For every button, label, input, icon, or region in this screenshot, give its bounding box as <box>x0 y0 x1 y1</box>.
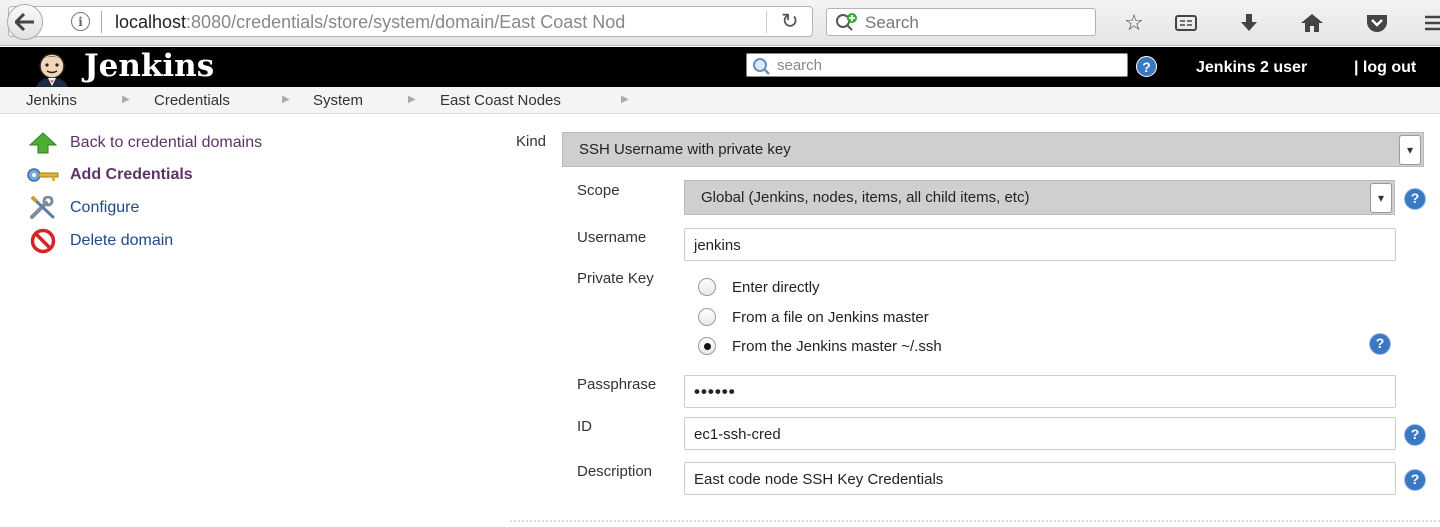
dropdown-arrow-icon[interactable]: ▾ <box>1370 183 1392 213</box>
breadcrumb-arrow-icon[interactable]: ▶ <box>122 94 130 105</box>
breadcrumb-credentials[interactable]: Credentials <box>154 92 230 109</box>
passphrase-input[interactable]: •••••• <box>684 375 1396 408</box>
breadcrumb-jenkins[interactable]: Jenkins <box>26 92 77 109</box>
reload-icon[interactable]: ↻ <box>781 9 799 34</box>
search-icon <box>753 58 770 75</box>
pocket-icon[interactable] <box>1362 9 1392 37</box>
dropdown-arrow-icon[interactable]: ▾ <box>1399 135 1421 165</box>
private-key-label: Private Key <box>577 270 654 287</box>
url-text[interactable]: localhost:8080/credentials/store/system/… <box>115 12 725 33</box>
passphrase-label: Passphrase <box>577 376 657 393</box>
sidebar-item-label: Back to credential domains <box>70 134 263 151</box>
search-engine-icon <box>836 13 857 31</box>
scope-select[interactable]: Global (Jenkins, nodes, items, all child… <box>684 180 1395 215</box>
id-help-icon[interactable]: ? <box>1404 424 1426 446</box>
kind-select[interactable]: SSH Username with private key ▾ <box>562 132 1424 167</box>
home-icon[interactable] <box>1297 9 1327 37</box>
sidebar-item-back[interactable]: Back to credential domains <box>26 130 262 156</box>
key-icon <box>26 163 60 187</box>
radio-label: Enter directly <box>732 278 820 296</box>
private-key-option-enter-directly[interactable]: Enter directly <box>698 276 820 298</box>
radio-button-selected[interactable] <box>698 337 716 355</box>
form-divider <box>510 520 1440 522</box>
reload-divider <box>766 11 767 33</box>
back-button[interactable] <box>7 4 43 40</box>
breadcrumb-system[interactable]: System <box>313 92 363 109</box>
url-path: :8080/credentials/store/system/domain/Ea… <box>186 12 626 32</box>
kind-selected-value: SSH Username with private key <box>579 141 791 158</box>
sidebar-item-configure[interactable]: Configure <box>26 195 139 221</box>
sidebar-item-label: Add Credentials <box>70 166 193 183</box>
sidebar-item-label: Configure <box>70 199 140 216</box>
bookmark-star-icon[interactable]: ☆ <box>1119 9 1149 37</box>
private-key-option-from-file[interactable]: From a file on Jenkins master <box>698 306 929 328</box>
jenkins-title[interactable]: Jenkins <box>84 48 214 84</box>
logout-link[interactable]: | log out <box>1354 59 1416 77</box>
browser-search-box[interactable]: Search <box>826 8 1096 36</box>
description-input[interactable]: East code node SSH Key Credentials <box>684 462 1396 495</box>
username-label: Username <box>577 229 647 246</box>
scope-help-icon[interactable]: ? <box>1404 188 1426 210</box>
back-arrow-icon <box>15 13 34 31</box>
id-label: ID <box>577 418 592 435</box>
scope-selected-value: Global (Jenkins, nodes, items, all child… <box>701 189 1030 206</box>
breadcrumb-arrow-icon[interactable]: ▶ <box>621 94 629 105</box>
kind-label: Kind <box>516 133 547 150</box>
private-key-help-icon[interactable]: ? <box>1369 333 1391 355</box>
radio-button[interactable] <box>698 308 716 326</box>
sidebar-item-label: Delete domain <box>70 232 174 249</box>
user-link[interactable]: Jenkins 2 user <box>1196 59 1307 77</box>
reading-list-icon[interactable] <box>1171 9 1201 37</box>
description-label: Description <box>577 463 653 480</box>
private-key-option-from-ssh[interactable]: From the Jenkins master ~/.ssh <box>698 335 942 357</box>
address-bar[interactable]: i localhost:8080/credentials/store/syste… <box>7 4 813 40</box>
breadcrumb: Jenkins ▶ Credentials ▶ System ▶ East Co… <box>0 87 1440 114</box>
breadcrumb-arrow-icon[interactable]: ▶ <box>282 94 290 105</box>
up-arrow-icon <box>26 131 60 155</box>
browser-search-placeholder: Search <box>865 13 919 32</box>
site-info-icon[interactable]: i <box>71 12 90 31</box>
sidebar-item-add-credentials[interactable]: Add Credentials <box>26 162 193 188</box>
breadcrumb-domain[interactable]: East Coast Nodes <box>440 92 561 109</box>
description-help-icon[interactable]: ? <box>1404 469 1426 491</box>
breadcrumb-arrow-icon[interactable]: ▶ <box>408 94 416 105</box>
search-help-icon[interactable]: ? <box>1136 56 1157 77</box>
jenkins-butler-logo[interactable] <box>28 50 76 88</box>
menu-icon[interactable] <box>1425 9 1440 37</box>
radio-button[interactable] <box>698 278 716 296</box>
radio-label: From a file on Jenkins master <box>732 308 929 326</box>
jenkins-search-input[interactable]: search <box>746 53 1128 77</box>
id-input[interactable]: ec1-ssh-cred <box>684 417 1396 450</box>
url-divider <box>101 11 102 33</box>
jenkins-header: Jenkins search ? Jenkins 2 user | log ou… <box>0 47 1440 88</box>
url-host: localhost <box>115 12 187 32</box>
no-entry-icon <box>26 228 60 254</box>
radio-label: From the Jenkins master ~/.ssh <box>732 337 942 355</box>
jenkins-search-placeholder: search <box>777 57 823 74</box>
username-input[interactable]: jenkins <box>684 228 1396 261</box>
wrench-screwdriver-icon <box>26 196 60 220</box>
download-icon[interactable] <box>1234 9 1264 37</box>
scope-label: Scope <box>577 182 620 199</box>
browser-toolbar: i localhost:8080/credentials/store/syste… <box>0 0 1440 46</box>
sidebar-item-delete-domain[interactable]: Delete domain <box>26 228 173 254</box>
